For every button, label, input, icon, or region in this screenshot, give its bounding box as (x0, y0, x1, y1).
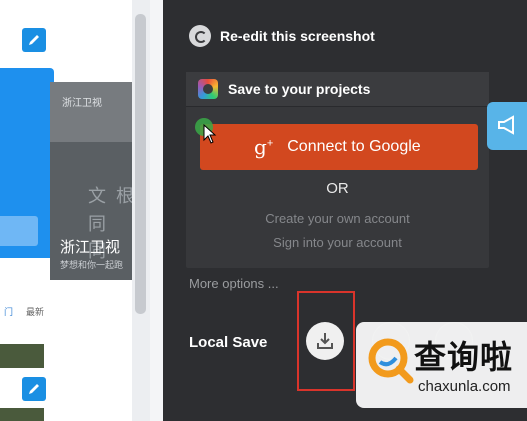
create-account-link[interactable]: Create your own account (186, 211, 489, 226)
connect-google-button[interactable]: g+ Connect to Google (200, 124, 478, 170)
tv-channel-name: 浙江卫视 (60, 239, 121, 256)
tv-channel-subtitle: 梦想和你一起跑 (60, 260, 124, 270)
mouse-cursor-icon (203, 123, 217, 149)
projects-header[interactable]: Save to your projects (186, 72, 489, 107)
local-save-label: Local Save (189, 334, 268, 351)
background-page: 浙江卫视 同 文 同 根 浙江卫视 梦想和你一起跑 门 最新 (0, 0, 163, 421)
thumbnail-image[interactable] (0, 344, 44, 368)
or-separator: OR (326, 180, 349, 197)
watermark-brand-cn: 查询啦 (414, 338, 514, 376)
megaphone-icon (498, 115, 514, 135)
magnifier-logo-icon (368, 338, 414, 384)
reedit-button[interactable]: Re-edit this screenshot (189, 24, 375, 48)
watermark: 查询啦 chaxunla.com (356, 322, 527, 408)
download-icon (317, 333, 333, 349)
google-plus-icon: g+ (254, 135, 274, 159)
more-options-link[interactable]: More options ... (189, 276, 279, 291)
scrollbar-thumb[interactable] (135, 14, 146, 314)
tv-char: 文 (88, 186, 106, 207)
tv-char: 同 (88, 214, 106, 235)
tab-latest[interactable]: 最新 (26, 305, 44, 318)
blue-card-button[interactable] (0, 216, 38, 246)
pencil-icon (29, 35, 39, 45)
tv-card-banner (50, 82, 132, 142)
reedit-label: Re-edit this screenshot (220, 28, 375, 44)
projects-logo-icon (198, 79, 218, 99)
tv-promo-card[interactable]: 浙江卫视 同 文 同 根 浙江卫视 梦想和你一起跑 (50, 82, 134, 280)
blue-card[interactable] (0, 68, 54, 258)
connect-google-label: Connect to Google (287, 138, 421, 155)
edit-button[interactable] (22, 28, 46, 52)
edit-button[interactable] (22, 377, 46, 401)
projects-label: Save to your projects (228, 81, 371, 97)
watermark-brand-en: chaxunla.com (418, 378, 511, 395)
tab-link[interactable]: 门 (4, 305, 13, 318)
sign-in-link[interactable]: Sign into your account (186, 235, 489, 250)
download-button[interactable] (306, 322, 344, 360)
pencil-icon (29, 384, 39, 394)
feedback-tab[interactable] (487, 102, 527, 150)
thumbnail-image[interactable] (0, 408, 44, 421)
undo-icon (189, 25, 211, 47)
tv-logo-text: 浙江卫视 (62, 98, 102, 109)
